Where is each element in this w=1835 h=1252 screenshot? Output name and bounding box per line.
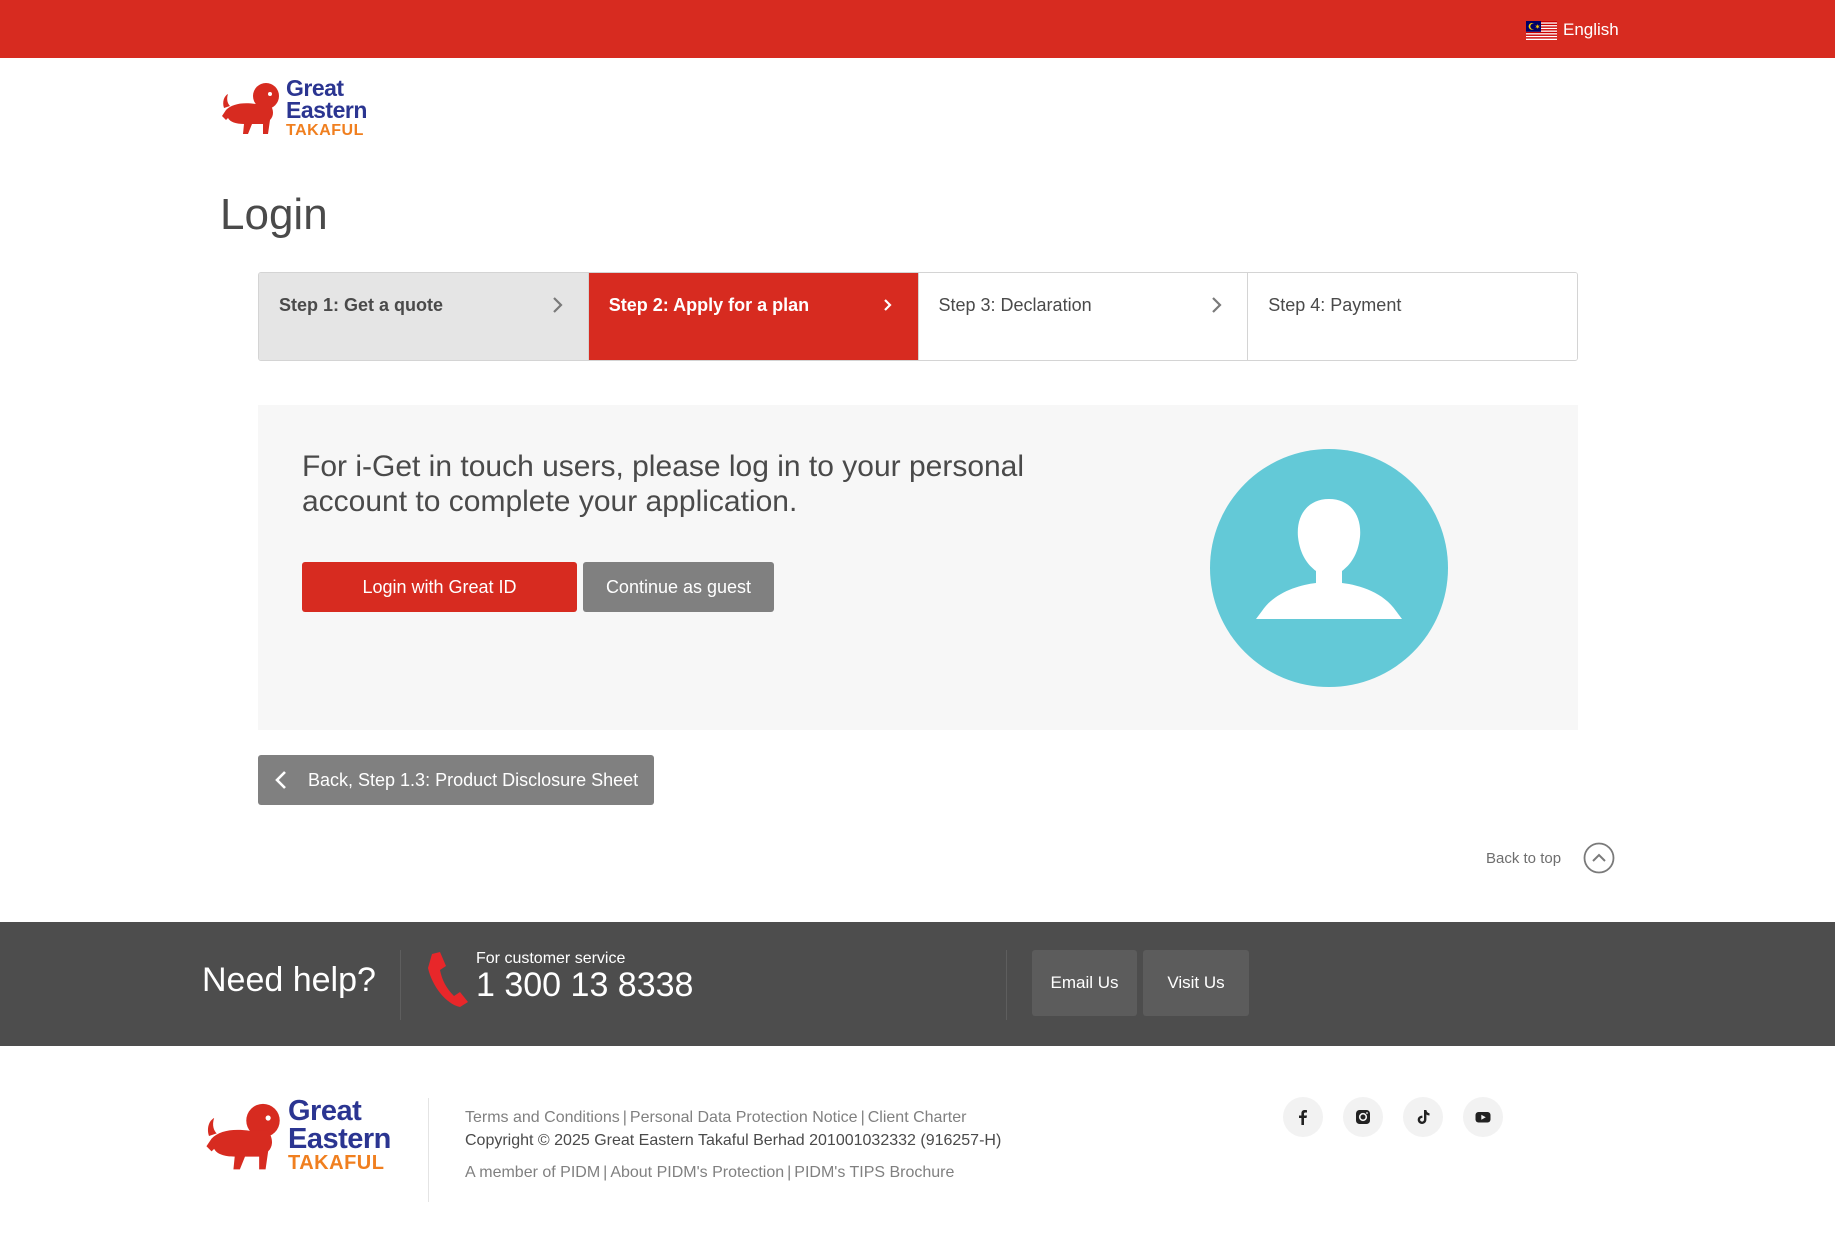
facebook-icon[interactable] [1283, 1097, 1323, 1137]
back-step-button[interactable]: Back, Step 1.3: Product Disclosure Sheet [258, 755, 654, 805]
logo-text-great: Great [288, 1095, 362, 1127]
progress-stepper: Step 1: Get a quote Step 2: Apply for a … [258, 272, 1578, 361]
login-great-id-button[interactable]: Login with Great ID [302, 562, 577, 612]
continue-guest-button[interactable]: Continue as guest [583, 562, 774, 612]
step-payment: Step 4: Payment [1248, 273, 1577, 360]
chevron-left-icon [275, 771, 286, 789]
back-step-label: Back, Step 1.3: Product Disclosure Sheet [308, 769, 639, 790]
language-label: English [1563, 20, 1619, 39]
youtube-icon[interactable] [1463, 1097, 1503, 1137]
need-help-title: Need help? [202, 961, 376, 999]
help-bar: Need help? For customer service 1 300 13… [0, 922, 1835, 1046]
step-declaration: Step 3: Declaration [918, 273, 1249, 360]
privacy-notice-link[interactable]: Personal Data Protection Notice [630, 1109, 858, 1126]
logo-text-takaful: TAKAFUL [288, 1152, 385, 1175]
pidm-member-link[interactable]: A member of PIDM [465, 1164, 600, 1181]
user-icon [1210, 449, 1448, 687]
top-bar: English [0, 0, 1835, 58]
legal-links-row: Terms and Conditions | Personal Data Prote… [465, 1109, 967, 1126]
step-apply-plan[interactable]: Step 2: Apply for a plan [588, 273, 919, 360]
chevron-right-icon [883, 299, 892, 311]
email-us-button[interactable]: Email Us [1032, 950, 1137, 1016]
tiktok-icon[interactable] [1403, 1097, 1443, 1137]
logo-text-takaful: TAKAFUL [286, 121, 364, 139]
step-label: Step 4: Payment [1268, 295, 1402, 315]
chevron-up-circle-icon [1583, 842, 1615, 874]
copyright-text: Copyright © 2025 Great Eastern Takaful B… [465, 1132, 1002, 1149]
footer-brand-logo[interactable]: Great Eastern TAKAFUL [206, 1095, 391, 1175]
step-get-quote[interactable]: Step 1: Get a quote [259, 273, 589, 360]
help-divider [1006, 950, 1007, 1020]
login-panel: For i-Get in touch users, please log in … [258, 405, 1578, 730]
step-label: Step 2: Apply for a plan [608, 295, 810, 315]
footer-divider [428, 1098, 429, 1202]
phone-icon [428, 952, 468, 1007]
client-charter-link[interactable]: Client Charter [868, 1109, 967, 1126]
terms-link[interactable]: Terms and Conditions [465, 1109, 620, 1126]
logo-text-eastern: Eastern [288, 1122, 391, 1155]
lion-logo-icon [222, 82, 279, 134]
pidm-protection-link[interactable]: About PIDM's Protection [610, 1164, 784, 1181]
back-to-top-label: Back to top [1486, 849, 1562, 867]
brand-logo[interactable]: Great Eastern TAKAFUL [222, 77, 367, 139]
pidm-links-row: A member of PIDM | About PIDM's Protection… [465, 1164, 955, 1181]
logo-text-eastern: Eastern [286, 96, 367, 123]
user-silhouette [1256, 499, 1402, 619]
chevron-right-icon [1212, 297, 1222, 313]
customer-service-number[interactable]: 1 300 13 8338 [476, 966, 693, 1005]
chevron-right-icon [552, 297, 563, 313]
instagram-icon[interactable] [1343, 1097, 1383, 1137]
footer-links: Terms and Conditions | Personal Data Prote… [465, 1106, 1001, 1184]
malaysia-flag-icon [1526, 20, 1557, 40]
language-selector[interactable]: English [1526, 20, 1619, 40]
step-label: Step 1: Get a quote [279, 295, 444, 315]
back-to-top-link[interactable]: Back to top [1486, 842, 1615, 874]
lion-logo-icon [206, 1103, 280, 1169]
login-message: For i-Get in touch users, please log in … [302, 450, 1025, 518]
page-title: Login [220, 190, 328, 239]
pidm-brochure-link[interactable]: PIDM's TIPS Brochure [794, 1164, 954, 1181]
visit-us-button[interactable]: Visit Us [1143, 950, 1249, 1016]
help-divider [400, 950, 401, 1020]
step-label: Step 3: Declaration [938, 295, 1092, 315]
